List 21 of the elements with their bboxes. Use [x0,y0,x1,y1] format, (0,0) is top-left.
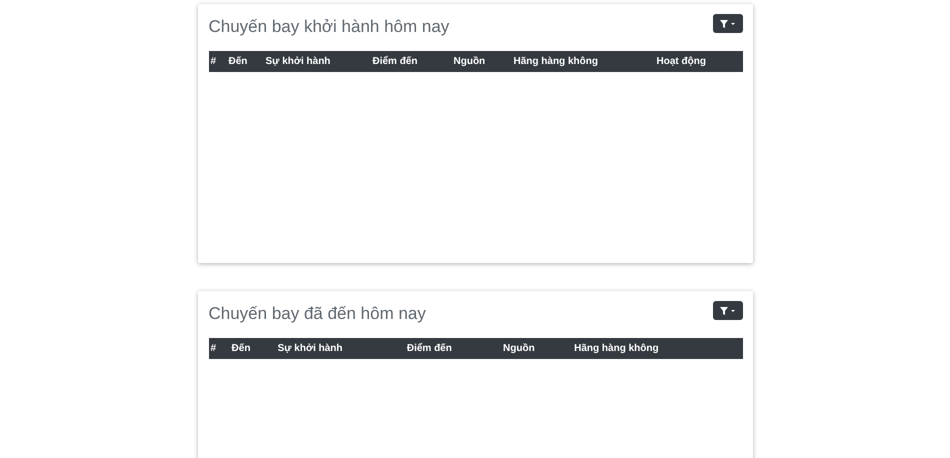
column-header: Nguồn [501,338,572,359]
column-header: # [208,51,226,72]
card-title: Chuyến bay đã đến hôm nay [208,304,426,324]
column-header: Điểm đến [404,338,502,359]
column-header: Sự khởi hành [276,338,405,359]
filter-button[interactable] [712,301,742,320]
column-header: Điểm đến [370,51,452,72]
filter-icon [720,306,728,314]
caret-icon [731,310,735,312]
column-header: Đến [230,338,276,359]
column-header: Đến [226,51,264,72]
column-header: Hãng hàng không [572,338,742,359]
caret-icon [731,22,735,24]
column-header: # [208,338,230,359]
column-header: Hãng hàng không [512,51,654,72]
column-header: Nguồn [452,51,512,72]
filter-icon [720,20,728,28]
column-header: Hoạt động [654,51,742,72]
filter-button[interactable] [712,14,742,33]
column-header: Sự khởi hành [264,51,370,72]
card-title: Chuyến bay khởi hành hôm nay [208,17,450,37]
